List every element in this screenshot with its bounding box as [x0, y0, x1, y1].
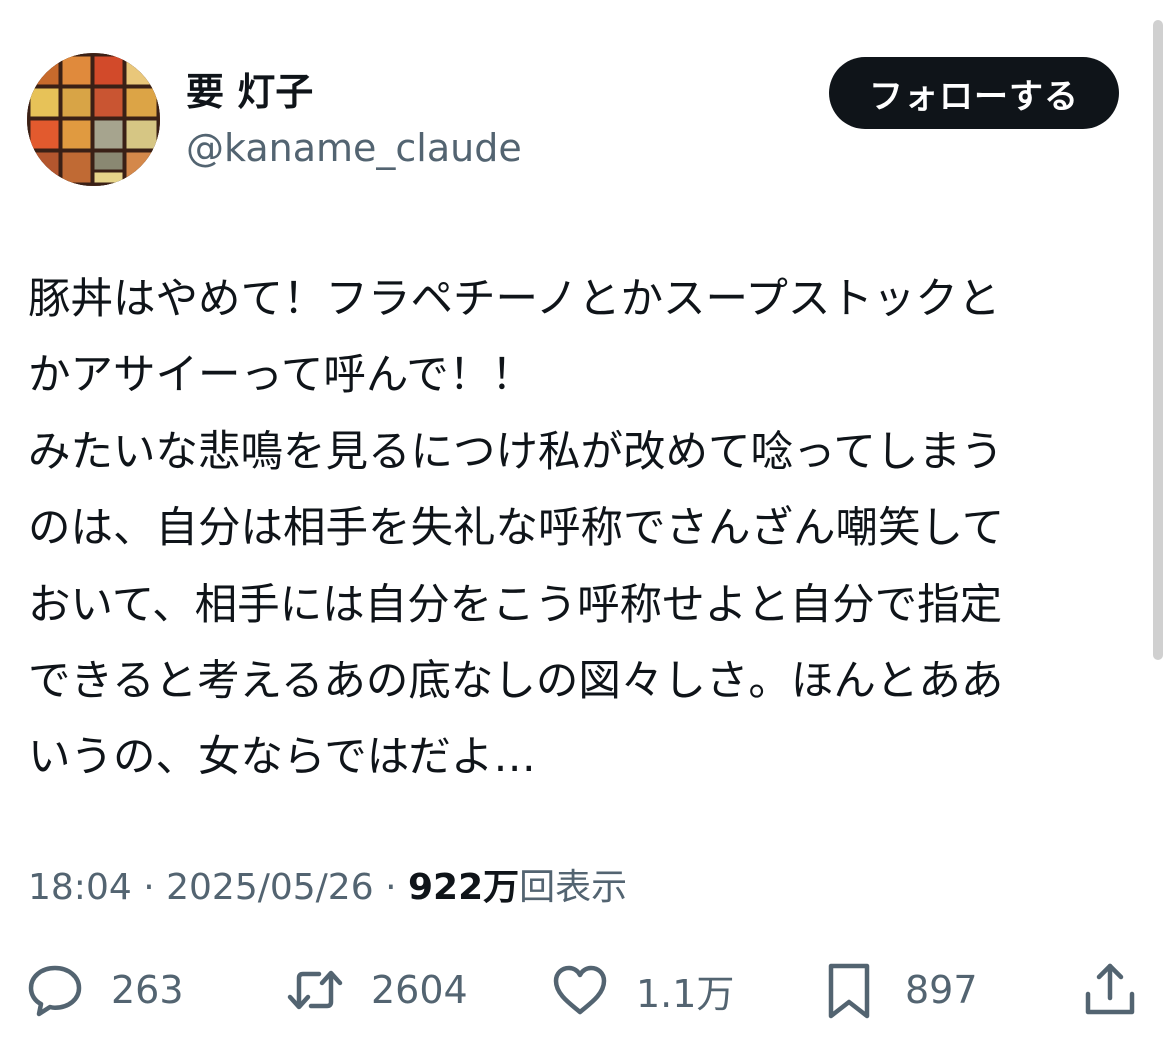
retweet-button[interactable]: 2604	[285, 955, 468, 1025]
tweet-date[interactable]: 2025/05/26	[166, 867, 374, 908]
retweet-count: 2604	[371, 968, 468, 1012]
retweet-icon	[285, 960, 345, 1020]
tweet-text-line: いうの、女ならではだよ…	[28, 733, 536, 783]
reply-icon	[25, 960, 85, 1020]
display-name[interactable]: 要 灯子	[186, 66, 313, 118]
share-icon	[1080, 960, 1140, 1020]
heart-icon	[550, 960, 610, 1020]
scrollbar[interactable]	[1153, 20, 1163, 660]
tweet-text-line: 豚丼はやめて！フラペチーノとかスープストックと	[28, 275, 1001, 324]
meta-separator: ·	[385, 867, 397, 908]
like-button[interactable]: 1.1万	[550, 955, 734, 1025]
user-handle[interactable]: @kaname_claude	[186, 122, 522, 174]
views-label: 回表示	[519, 867, 628, 908]
reply-button[interactable]: 263	[25, 955, 184, 1025]
tweet-time[interactable]: 18:04	[28, 867, 132, 908]
avatar-image	[27, 53, 160, 186]
bookmark-icon	[819, 960, 879, 1020]
tweet-text-line: できると考えるあの底なしの図々しさ。ほんとああ	[28, 656, 1004, 706]
tweet-meta: 18:04 · 2025/05/26 · 922万回表示	[28, 862, 627, 914]
tweet-text-line: おいて、相手には自分をこう呼称せよと自分で指定	[28, 580, 1003, 630]
reply-count: 263	[111, 968, 184, 1012]
tweet-text-line: のは、自分は相手を失礼な呼称でさんざん嘲笑して	[28, 504, 1005, 554]
bookmark-count: 897	[905, 968, 978, 1012]
tweet-text-line: みたいな悲鳴を見るにつけ私が改めて唸ってしまう	[28, 427, 1004, 477]
tweet-detail: 要 灯子 @kaname_claude フォローする 豚丼はやめて！フラペチーノ…	[0, 0, 1170, 1048]
share-button[interactable]	[1080, 955, 1140, 1025]
bookmark-button[interactable]: 897	[819, 955, 978, 1025]
tweet-text: 豚丼はやめて！フラペチーノとかスープストックと かアサイーって呼んで！！ みたい…	[28, 262, 1133, 797]
action-bar: 263 2604 1.1万 897	[0, 955, 1170, 1025]
tweet-text-line: かアサイーって呼んで！！	[28, 351, 534, 401]
meta-separator: ·	[143, 867, 155, 908]
like-count: 1.1万	[636, 971, 735, 1016]
follow-button[interactable]: フォローする	[829, 57, 1119, 129]
views-count: 922万	[407, 867, 520, 908]
avatar[interactable]	[27, 53, 160, 186]
